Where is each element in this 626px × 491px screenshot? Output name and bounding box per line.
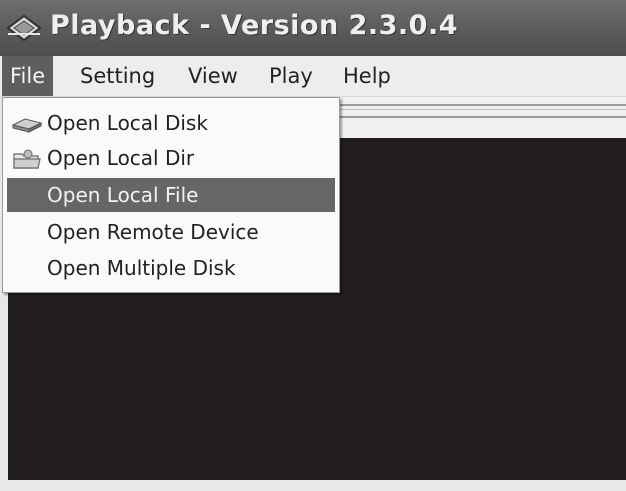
- menu-item-label: Open Local Dir: [47, 146, 195, 170]
- menu-item-open-local-disk[interactable]: Open Local Disk: [7, 106, 335, 140]
- menu-setting[interactable]: Setting: [72, 56, 163, 96]
- menu-play[interactable]: Play: [261, 56, 321, 96]
- window-bottom-border: [0, 480, 626, 491]
- menu-item-open-multiple-disk[interactable]: Open Multiple Disk: [7, 251, 335, 285]
- menu-item-open-remote-device[interactable]: Open Remote Device: [7, 215, 335, 249]
- file-menu-dropdown: Open Local Disk Open Local Dir Open Loca…: [2, 97, 340, 293]
- folder-icon: [13, 149, 41, 169]
- menu-item-label: Open Local File: [47, 183, 199, 207]
- toolbar-divider: [340, 104, 626, 118]
- menu-item-open-local-file[interactable]: Open Local File: [7, 178, 335, 212]
- menu-item-label: Open Remote Device: [47, 220, 259, 244]
- menu-help[interactable]: Help: [335, 56, 399, 96]
- menu-file[interactable]: File: [2, 56, 54, 96]
- menu-item-label: Open Local Disk: [47, 111, 208, 135]
- title-bar[interactable]: Playback - Version 2.3.0.4: [0, 0, 626, 56]
- window-title: Playback - Version 2.3.0.4: [50, 10, 459, 41]
- playback-window: Playback - Version 2.3.0.4 File Setting …: [0, 0, 626, 491]
- menu-view[interactable]: View: [180, 56, 246, 96]
- menu-item-label: Open Multiple Disk: [47, 256, 236, 280]
- disk-icon: [11, 118, 43, 133]
- app-logo-icon: [6, 14, 42, 42]
- menu-bar: File Setting View Play Help: [0, 56, 626, 97]
- menu-item-open-local-dir[interactable]: Open Local Dir: [7, 141, 335, 175]
